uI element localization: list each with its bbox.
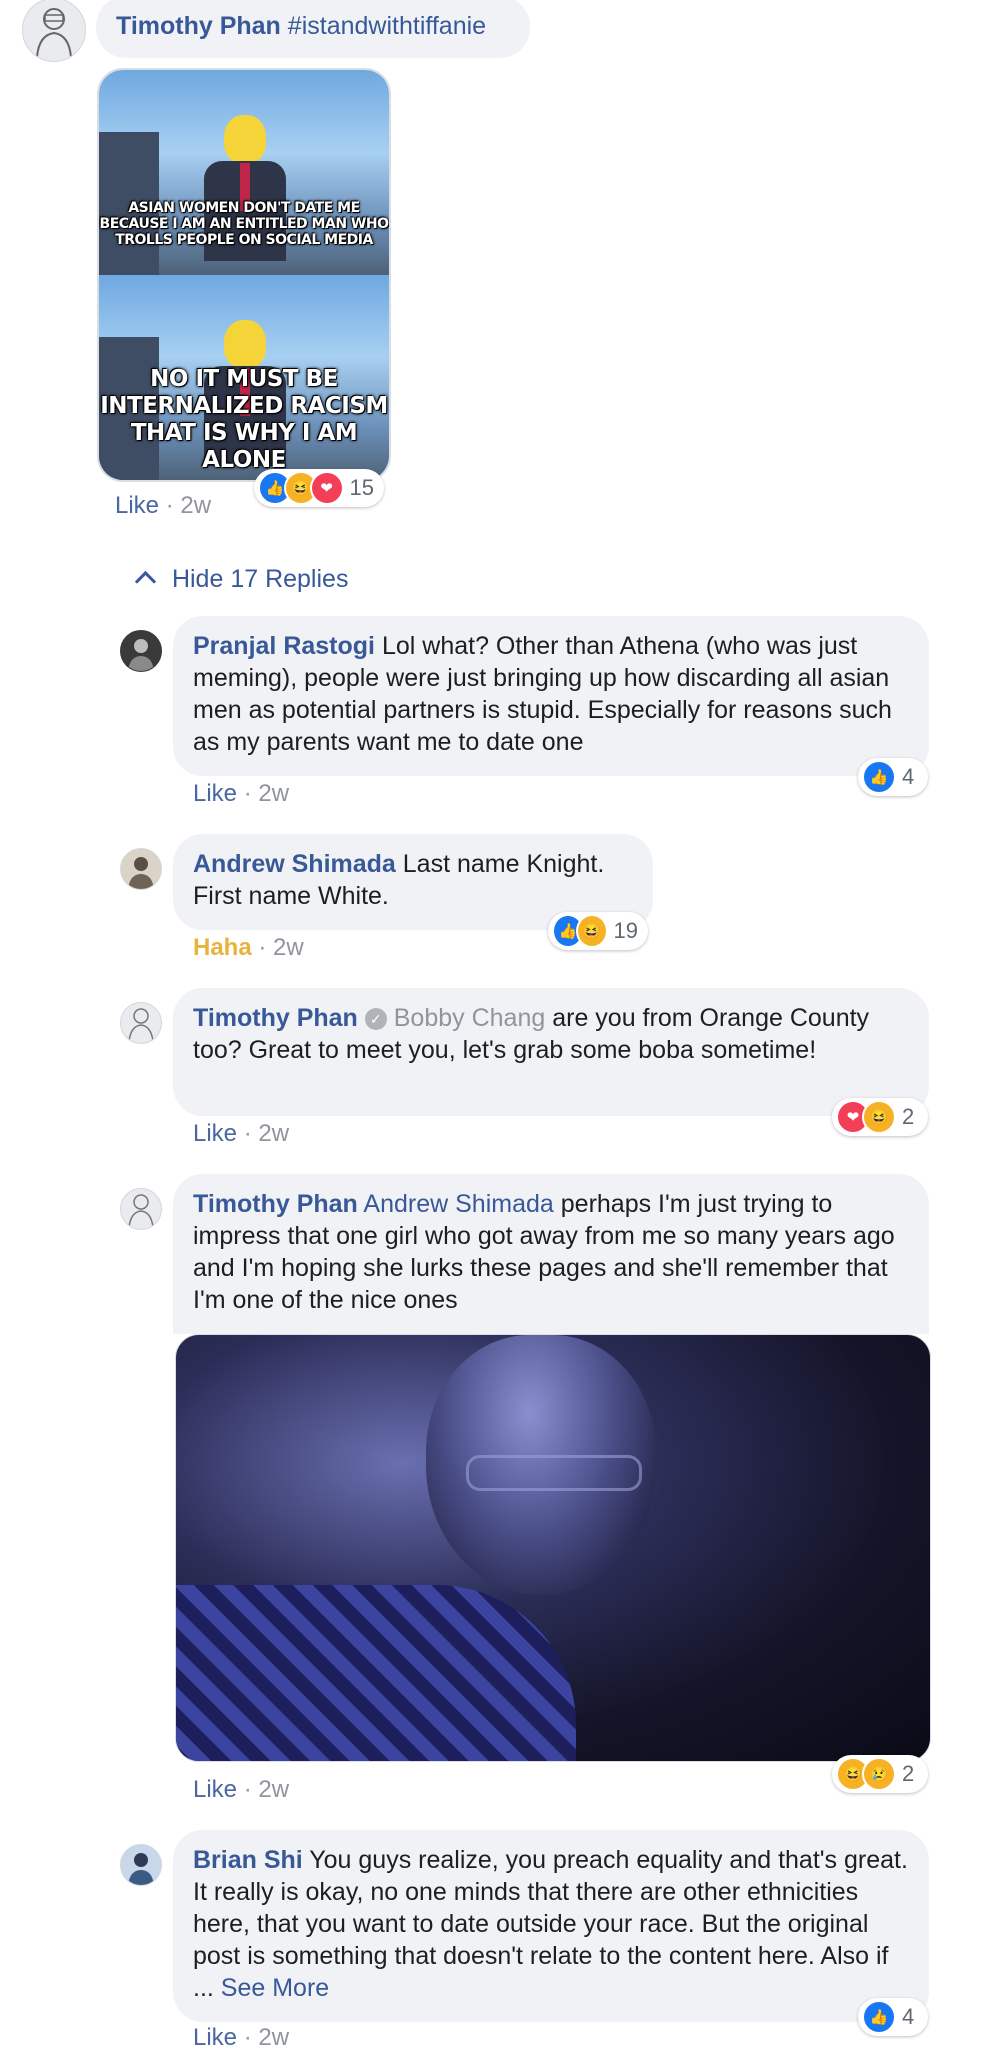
reply-author[interactable]: Brian Shi: [193, 1846, 303, 1874]
comment-actions-top: Like · 2w: [115, 492, 212, 519]
reply-time[interactable]: 2w: [258, 1120, 289, 1147]
reactions-summary[interactable]: 😆 😢 2: [832, 1755, 928, 1793]
meme-panel-bottom: NO IT MUST BE INTERNALIZED RACISM THAT I…: [99, 275, 389, 480]
comment-bubble-top: Timothy Phan #istandwithtiffanie: [96, 0, 530, 58]
hide-replies-link[interactable]: Hide 17 Replies: [134, 565, 348, 594]
avatar-timothy-phan[interactable]: [120, 1188, 162, 1230]
avatar-pranjal-rastogi[interactable]: [120, 630, 162, 672]
like-button[interactable]: Like: [193, 1120, 237, 1147]
avatar-sketch-icon: [36, 8, 72, 58]
avatar-brian-shi[interactable]: [120, 1844, 162, 1886]
like-button[interactable]: Like: [193, 780, 237, 807]
reactions-count: 15: [349, 475, 375, 500]
reply-bubble-1: Pranjal Rastogi Lol what? Other than Ath…: [173, 616, 929, 776]
sad-reaction-icon: 😢: [862, 1757, 896, 1791]
reply-author[interactable]: Andrew Shimada: [193, 850, 396, 878]
reply-bubble-5: Brian Shi You guys realize, you preach e…: [173, 1830, 929, 2022]
like-button[interactable]: Like: [193, 1776, 237, 1803]
reactions-summary[interactable]: 👍 4: [858, 758, 928, 796]
reactions-summary[interactable]: 👍 4: [858, 1998, 928, 2036]
haha-button[interactable]: Haha: [193, 934, 252, 961]
meme-bottom-text: NO IT MUST BE INTERNALIZED RACISM THAT I…: [100, 366, 388, 473]
avatar-photo-icon: [128, 639, 154, 671]
reply-time[interactable]: 2w: [258, 780, 289, 807]
like-button[interactable]: Like: [115, 492, 159, 519]
reply-actions-4: Like · 2w: [193, 1776, 290, 1803]
reply-actions-1: Like · 2w: [193, 780, 290, 807]
meme-top-text: ASIAN WOMEN DON'T DATE ME BECAUSE I AM A…: [99, 200, 389, 248]
avatar-photo-icon: [128, 857, 154, 889]
avatar-timothy-phan[interactable]: [120, 1002, 162, 1044]
check-circle-icon: ✓: [364, 1008, 387, 1030]
reply-author[interactable]: Timothy Phan: [193, 1190, 358, 1218]
like-reaction-icon: 👍: [862, 760, 896, 794]
avatar-sketch-icon: [128, 1008, 154, 1042]
reply-bubble-4: Timothy Phan Andrew Shimada perhaps I'm …: [173, 1174, 929, 1334]
meme-image[interactable]: ASIAN WOMEN DON'T DATE ME BECAUSE I AM A…: [97, 68, 391, 482]
comment-author[interactable]: Timothy Phan: [116, 12, 281, 40]
avatar-andrew-shimada[interactable]: [120, 848, 162, 890]
see-more-link[interactable]: See More: [221, 1974, 329, 2002]
haha-reaction-icon: 😆: [862, 1100, 896, 1134]
love-reaction-icon: ❤: [309, 471, 344, 505]
reactions-summary[interactable]: 👍 😆 ❤ 15: [254, 469, 384, 507]
reply-author[interactable]: Pranjal Rastogi: [193, 632, 375, 660]
avatar-timothy-phan[interactable]: [22, 0, 86, 62]
meme-panel-top: ASIAN WOMEN DON'T DATE ME BECAUSE I AM A…: [99, 70, 389, 275]
reactions-summary[interactable]: ❤ 😆 2: [832, 1098, 928, 1136]
reactions-summary[interactable]: 👍 😆 19: [548, 912, 648, 950]
reply-text-line-1: Last name Knight.: [402, 850, 605, 878]
mention-link[interactable]: Andrew Shimada: [363, 1190, 553, 1218]
reply-actions-3: Like · 2w: [193, 1120, 290, 1147]
hashtag-link[interactable]: #istandwithtiffanie: [288, 12, 486, 40]
reply-time[interactable]: 2w: [258, 1776, 289, 1803]
reply-bubble-3: Timothy Phan ✓ Bobby Chang are you from …: [173, 988, 929, 1116]
avatar-photo-icon: [128, 1853, 154, 1885]
haha-reaction-icon: 😆: [575, 914, 608, 948]
like-reaction-icon: 👍: [862, 2000, 896, 2034]
chevron-up-icon: [134, 570, 157, 593]
reply-text-line-2: First name White.: [193, 882, 389, 910]
comment-time[interactable]: 2w: [180, 492, 211, 519]
mention-link[interactable]: Bobby Chang: [394, 1004, 546, 1032]
reply-gif-image[interactable]: [175, 1334, 931, 1762]
reply-time[interactable]: 2w: [273, 934, 304, 961]
avatar-sketch-icon: [128, 1194, 154, 1228]
reply-author[interactable]: Timothy Phan: [193, 1004, 358, 1032]
reply-actions-5: Like · 2w: [193, 2024, 290, 2051]
reply-actions-2: Haha · 2w: [193, 934, 304, 961]
